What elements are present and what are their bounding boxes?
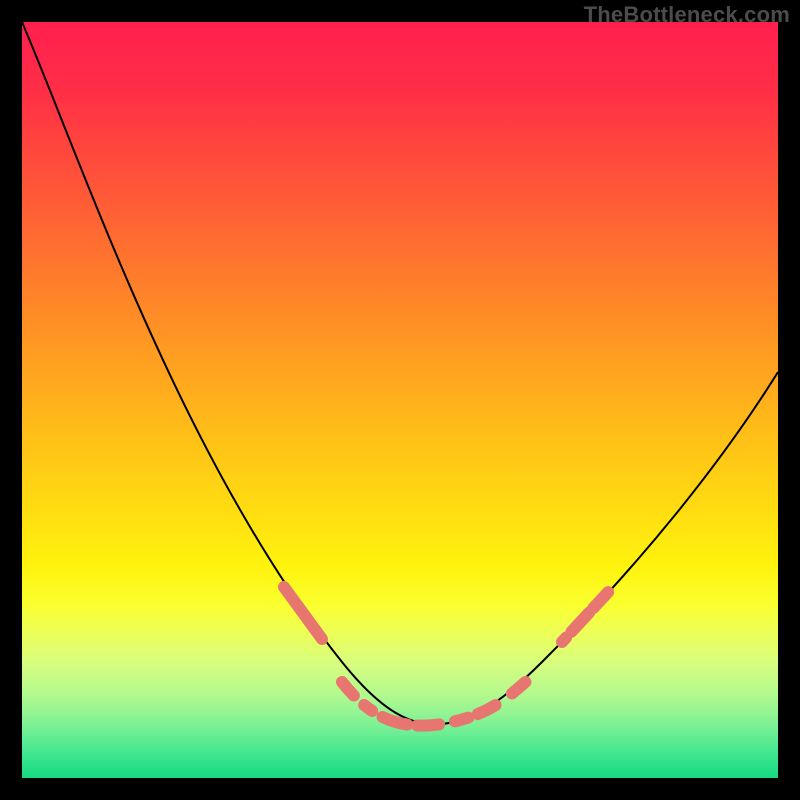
chart-svg (22, 22, 778, 778)
watermark-text: TheBottleneck.com (584, 2, 790, 28)
chart-area (22, 22, 778, 778)
gradient-bg (22, 22, 778, 778)
